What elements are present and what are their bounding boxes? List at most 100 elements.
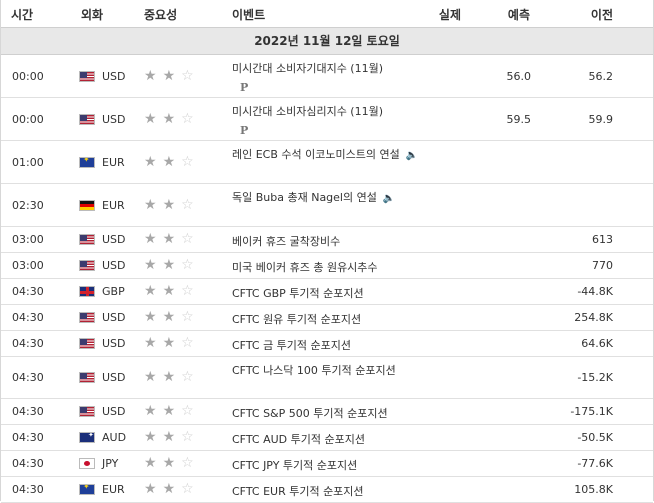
us-flag-icon	[79, 260, 95, 271]
us-flag-icon	[79, 406, 95, 417]
importance-stars: ★★☆	[144, 335, 200, 351]
event-previous: -175.1K	[570, 405, 613, 418]
event-time: 04:30	[12, 483, 44, 496]
event-title[interactable]: 미시간대 소비자심리지수 (11월) P	[232, 103, 422, 137]
event-title-text[interactable]: CFTC 금 투기적 순포지션	[232, 339, 351, 352]
event-title-text[interactable]: 독일 Buba 총재 Nagel의 연설	[232, 191, 377, 204]
event-title[interactable]: CFTC 원유 투기적 순포지션	[232, 311, 422, 328]
col-currency[interactable]: 외화	[81, 6, 103, 23]
event-currency: EUR	[102, 156, 125, 169]
importance-stars: ★★☆	[144, 309, 200, 325]
event-title[interactable]: CFTC S&P 500 투기적 순포지션	[232, 405, 422, 422]
event-title-text[interactable]: 미시간대 소비자기대지수 (11월)	[232, 62, 383, 75]
event-previous: 64.6K	[581, 337, 613, 350]
jp-flag-icon	[79, 458, 95, 469]
star-filled-icon: ★	[162, 429, 182, 445]
eu-flag-icon	[79, 157, 95, 168]
importance-stars: ★★☆	[144, 257, 200, 273]
event-currency: USD	[102, 233, 126, 246]
event-row[interactable]: 04:30 USD ★★☆ CFTC 나스닥 100 투기적 순포지션 -15.2K	[1, 357, 653, 399]
event-row[interactable]: 04:30 USD ★★☆ CFTC 금 투기적 순포지션 64.6K	[1, 331, 653, 357]
us-flag-icon	[79, 71, 95, 82]
event-currency: EUR	[102, 199, 125, 212]
col-time[interactable]: 시간	[11, 6, 33, 23]
event-title[interactable]: CFTC JPY 투기적 순포지션	[232, 457, 422, 474]
star-filled-icon: ★	[162, 197, 182, 213]
event-row[interactable]: 04:30 USD ★★☆ CFTC 원유 투기적 순포지션 254.8K	[1, 305, 653, 331]
star-filled-icon: ★	[144, 68, 163, 84]
event-previous: 770	[592, 259, 613, 272]
event-title-text[interactable]: CFTC AUD 투기적 순포지션	[232, 433, 365, 446]
event-forecast: 59.5	[506, 113, 532, 126]
event-title[interactable]: CFTC GBP 투기적 순포지션	[232, 285, 422, 302]
event-currency: AUD	[102, 431, 127, 444]
event-title-text[interactable]: CFTC JPY 투기적 순포지션	[232, 459, 357, 472]
star-filled-icon: ★	[144, 309, 163, 325]
event-row[interactable]: 00:00 USD ★★☆ 미시간대 소비자기대지수 (11월) P 56.0 56.2	[1, 55, 653, 98]
event-row[interactable]: 03:00 USD ★★☆ 미국 베이커 휴즈 총 원유시추수 770	[1, 253, 653, 279]
table-header: 시간 외화 중요성 이벤트 실제 예측 이전	[1, 0, 653, 27]
event-row[interactable]: 04:30 USD ★★☆ CFTC S&P 500 투기적 순포지션 -175.1K	[1, 399, 653, 425]
gb-flag-icon	[79, 286, 95, 297]
star-filled-icon: ★	[144, 111, 163, 127]
col-actual[interactable]: 실제	[439, 6, 461, 23]
us-flag-icon	[79, 312, 95, 323]
event-currency: EUR	[102, 483, 125, 496]
event-title[interactable]: 베이커 휴즈 굴착장비수	[232, 233, 422, 250]
event-title-text[interactable]: CFTC 나스닥 100 투기적 순포지션	[232, 364, 396, 377]
event-row[interactable]: 00:00 USD ★★☆ 미시간대 소비자심리지수 (11월) P 59.5 59.9	[1, 98, 653, 141]
event-forecast: 56.0	[506, 70, 532, 83]
event-title-text[interactable]: 베이커 휴즈 굴착장비수	[232, 235, 340, 248]
event-title[interactable]: CFTC 나스닥 100 투기적 순포지션	[232, 362, 422, 379]
event-title-text[interactable]: 미시간대 소비자심리지수 (11월)	[232, 105, 383, 118]
preliminary-badge: P	[240, 124, 249, 137]
event-title[interactable]: 미시간대 소비자기대지수 (11월) P	[232, 60, 422, 94]
event-time: 03:00	[12, 259, 44, 272]
event-currency: USD	[102, 259, 126, 272]
event-time: 00:00	[12, 70, 44, 83]
star-empty-icon: ☆	[181, 429, 200, 445]
event-title[interactable]: CFTC AUD 투기적 순포지션	[232, 431, 422, 448]
event-row[interactable]: 04:30 JPY ★★☆ CFTC JPY 투기적 순포지션 -77.6K	[1, 451, 653, 477]
event-title[interactable]: 독일 Buba 총재 Nagel의 연설 🔈	[232, 189, 422, 207]
event-title-text[interactable]: CFTC GBP 투기적 순포지션	[232, 287, 364, 300]
star-filled-icon: ★	[144, 429, 163, 445]
event-title[interactable]: 레인 ECB 수석 이코노미스트의 연설 🔈	[232, 146, 422, 164]
col-event[interactable]: 이벤트	[232, 6, 265, 23]
event-previous: -77.6K	[577, 457, 613, 470]
importance-stars: ★★☆	[144, 197, 200, 213]
event-title[interactable]: CFTC EUR 투기적 순포지션	[232, 483, 422, 500]
event-title-text[interactable]: 레인 ECB 수석 이코노미스트의 연설	[232, 148, 400, 161]
event-row[interactable]: 04:30 GBP ★★☆ CFTC GBP 투기적 순포지션 -44.8K	[1, 279, 653, 305]
star-empty-icon: ☆	[181, 309, 200, 325]
economic-calendar: 시간 외화 중요성 이벤트 실제 예측 이전 2022년 11월 12일 토요일…	[0, 0, 654, 503]
event-time: 04:30	[12, 405, 44, 418]
event-row[interactable]: 04:30EUR★★☆CFTC EUR 투기적 순포지션105.8K	[1, 477, 653, 503]
star-empty-icon: ☆	[181, 403, 200, 419]
event-row[interactable]: 01:00EUR★★☆레인 ECB 수석 이코노미스트의 연설🔈	[1, 141, 653, 184]
star-filled-icon: ★	[144, 481, 163, 497]
star-filled-icon: ★	[162, 455, 182, 471]
event-row[interactable]: 02:30 EUR ★★☆ 독일 Buba 총재 Nagel의 연설 🔈	[1, 184, 653, 227]
event-row[interactable]: 03:00 USD ★★☆ 베이커 휴즈 굴착장비수 613	[1, 227, 653, 253]
col-previous[interactable]: 이전	[591, 6, 613, 23]
event-title-text[interactable]: CFTC S&P 500 투기적 순포지션	[232, 407, 388, 420]
star-filled-icon: ★	[162, 403, 182, 419]
star-empty-icon: ☆	[181, 154, 200, 170]
event-title-text[interactable]: 미국 베이커 휴즈 총 원유시추수	[232, 261, 378, 274]
importance-stars: ★★☆	[144, 369, 200, 385]
star-filled-icon: ★	[144, 154, 163, 170]
event-title-text[interactable]: CFTC EUR 투기적 순포지션	[232, 485, 364, 498]
star-filled-icon: ★	[144, 283, 163, 299]
event-time: 04:30	[12, 431, 44, 444]
us-flag-icon	[79, 114, 95, 125]
col-importance[interactable]: 중요성	[144, 6, 177, 23]
star-empty-icon: ☆	[181, 481, 200, 497]
au-flag-icon	[79, 432, 95, 443]
event-title-text[interactable]: CFTC 원유 투기적 순포지션	[232, 313, 361, 326]
col-forecast[interactable]: 예측	[508, 6, 530, 23]
event-row[interactable]: 04:30AUD★★☆CFTC AUD 투기적 순포지션-50.5K	[1, 425, 653, 451]
event-title[interactable]: CFTC 금 투기적 순포지션	[232, 337, 422, 354]
event-title[interactable]: 미국 베이커 휴즈 총 원유시추수	[232, 259, 422, 276]
us-flag-icon	[79, 338, 95, 349]
